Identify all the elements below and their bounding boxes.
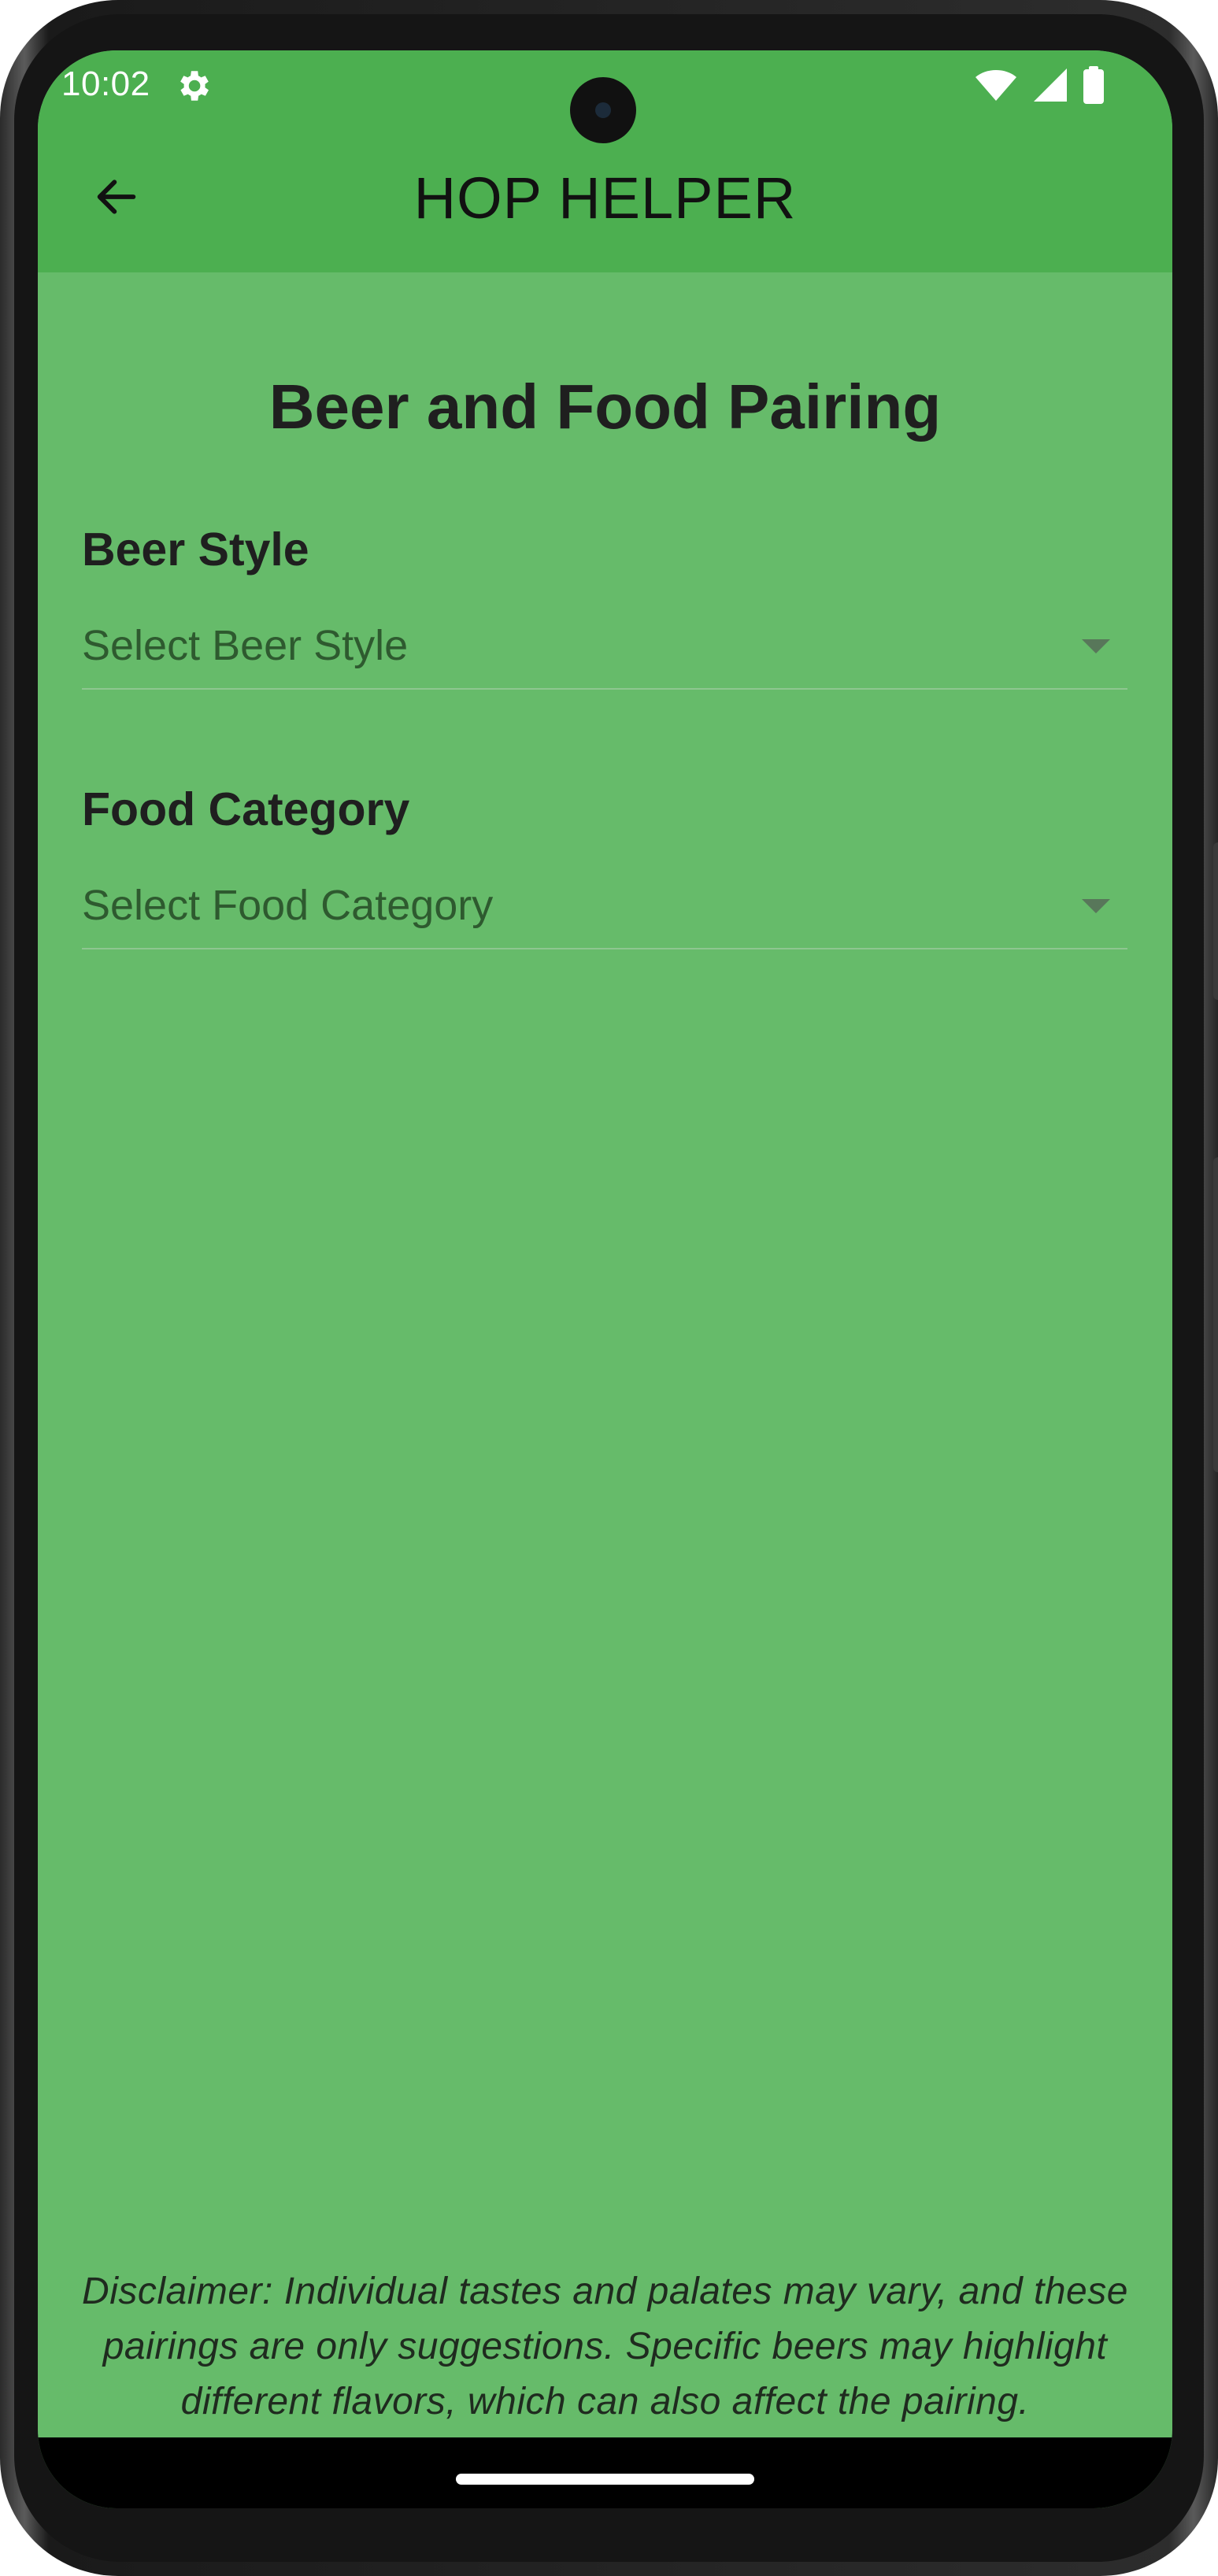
screen: 10:02 HOP HELPER Beer and Food Pairing B… — [38, 50, 1172, 2508]
app-header: 10:02 HOP HELPER — [38, 50, 1172, 272]
food-category-dropdown[interactable]: Select Food Category — [82, 863, 1127, 949]
status-time: 10:02 — [61, 65, 150, 103]
status-icons — [974, 66, 1105, 108]
power-button — [1213, 1157, 1218, 1472]
food-category-placeholder: Select Food Category — [82, 882, 494, 929]
beer-style-label: Beer Style — [82, 524, 309, 576]
app-title: HOP HELPER — [413, 165, 797, 231]
volume-button — [1213, 842, 1218, 1000]
dropdown-arrow-icon — [1082, 899, 1110, 913]
battery-icon — [1083, 66, 1105, 108]
cellular-signal-icon — [1032, 67, 1068, 107]
page-title: Beer and Food Pairing — [268, 372, 942, 442]
pairing-form: Beer and Food Pairing Beer Style Select … — [38, 272, 1172, 2437]
beer-style-placeholder: Select Beer Style — [82, 622, 409, 669]
phone-frame: 10:02 HOP HELPER Beer and Food Pairing B… — [0, 0, 1218, 2576]
food-category-label: Food Category — [82, 783, 410, 835]
wifi-icon — [974, 68, 1018, 106]
gear-icon — [173, 66, 213, 105]
home-indicator[interactable] — [456, 2474, 754, 2485]
front-camera — [570, 77, 636, 143]
disclaimer-text: Disclaimer: Individual tastes and palate… — [82, 2271, 1128, 2422]
beer-style-dropdown[interactable]: Select Beer Style — [82, 603, 1127, 690]
dropdown-arrow-icon — [1082, 639, 1110, 653]
gesture-navigation-bar — [38, 2437, 1172, 2508]
